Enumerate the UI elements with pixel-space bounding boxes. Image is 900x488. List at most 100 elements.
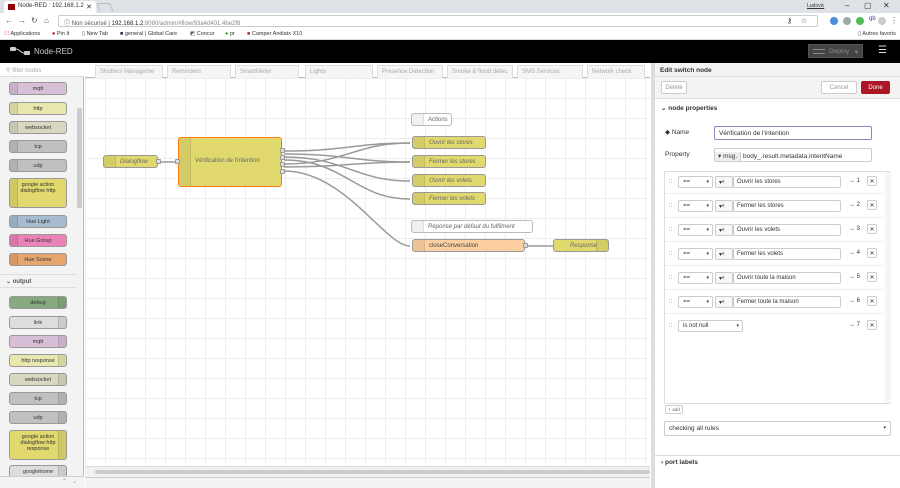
rule-value-input[interactable]: Ouvrir toute la maison [733,272,841,284]
drag-handle-icon[interactable]: ⁞⁞ [669,227,672,233]
drag-handle-icon[interactable]: ⁞⁞ [669,203,672,209]
browser-tab[interactable]: Node-RED : 192.168.1.2 ✕ [4,1,96,13]
flow-tab[interactable]: Shutters Manageme [95,65,163,78]
close-window-icon[interactable]: ✕ [883,1,890,10]
flow-tab[interactable]: Reminders [167,65,231,78]
palette-node-websocket[interactable]: websocket [9,121,67,134]
rule-value-input[interactable]: Fermer toute la maison [733,296,841,308]
remove-rule-icon[interactable]: ✕ [867,320,877,330]
value-type-selector[interactable]: ▾ᵃ [715,272,733,284]
node-response[interactable]: Response [553,239,609,252]
minimize-icon[interactable]: – [845,1,849,10]
new-tab-button[interactable] [96,3,114,12]
node-out-1[interactable]: Ouvrir les stores [412,136,486,149]
collapse-all-icon[interactable]: ⌃ [62,478,67,485]
output-port[interactable] [280,169,285,174]
palette-node-http[interactable]: http [9,102,67,115]
deploy-button[interactable]: Deploy ▾ [808,44,863,58]
rule-value-input[interactable]: Ouvrir les volets [733,224,841,236]
browser-menu-icon[interactable]: ⋮ [890,16,898,25]
apps-bookmark[interactable]: ⁝⁝⁝ Applications [4,31,40,37]
rule-operator-select[interactable]: == ▾ [678,272,713,284]
value-type-selector[interactable]: ▾ᵃ [715,296,733,308]
bookmark-item[interactable]: ■ Camper Andiatx X10 [247,31,302,37]
bookmark-item[interactable]: ◩ Concur [190,31,214,37]
remove-rule-icon[interactable]: ✕ [867,224,877,234]
palette-node-udp-out[interactable]: udp [9,411,67,424]
property-input[interactable]: ▾ msg. body_.result.metadata.intentName [714,148,872,162]
node-out-4[interactable]: Fermer les volets [412,192,486,205]
flow-tab[interactable]: SmartMeter [235,65,299,78]
bookmark-star-icon[interactable]: ☆ [801,17,807,25]
extension-4-icon[interactable]: qb [869,16,876,22]
palette-node-websocket-out[interactable]: websocket [9,373,67,386]
palette-node-google-action-response[interactable]: google action dialogflow http response [9,430,67,460]
info-icon[interactable]: ⓘ [64,21,72,27]
palette-node-link[interactable]: link [9,316,67,329]
flow-tab[interactable]: Lights [305,65,373,78]
remove-rule-icon[interactable]: ✕ [867,272,877,282]
output-port[interactable] [280,148,285,153]
node-comment-actions[interactable]: Actions [411,113,452,126]
output-port[interactable] [280,162,285,167]
rule-operator-select[interactable]: == ▾ [678,200,713,212]
extension-1-icon[interactable] [830,17,838,25]
palette-node-debug[interactable]: debug [9,296,67,309]
rule-value-input[interactable]: Fermer les stores [733,200,841,212]
bookmark-item[interactable]: ● Pin It [52,31,69,37]
node-close-conversation[interactable]: closeConversation [412,239,528,252]
rule-operator-select[interactable]: == ▾ [678,224,713,236]
flow-tab[interactable]: Smoke & flood detec [447,65,513,78]
input-port[interactable] [175,159,180,164]
rule-value-input[interactable]: Ouvrir les stores [733,176,841,188]
rule-operator-select[interactable]: == ▾ [678,248,713,260]
output-port[interactable] [156,159,161,164]
rule-operator-select[interactable]: == ▾ [678,296,713,308]
palette-node-udp[interactable]: udp [9,159,67,172]
back-icon[interactable]: ← [5,16,13,25]
flow-tab[interactable]: Network check [587,65,645,78]
other-bookmarks[interactable]: ▯ Autres favoris [858,31,896,37]
palette-node-http-response[interactable]: http response [9,354,67,367]
key-icon[interactable]: ⚷ [787,17,792,25]
home-icon[interactable]: ⌂ [44,16,49,25]
port-labels-section[interactable]: › port labels [655,455,900,468]
palette-node-hue-group[interactable]: Hue Group [9,234,67,247]
reload-icon[interactable]: ↻ [31,16,38,25]
cancel-button[interactable]: Cancel [821,81,857,94]
drag-handle-icon[interactable]: ⁞⁞ [669,275,672,281]
bookmark-item[interactable]: ● pr [225,31,235,37]
bookmark-item[interactable]: ■ general | Global Care [120,31,177,37]
done-button[interactable]: Done [861,81,890,94]
rule-operator-select[interactable]: is not null ▾ [678,320,743,332]
checking-mode-select[interactable]: checking all rules ▾ [664,421,891,436]
flow-tab[interactable]: SMS Services [517,65,583,78]
extension-3-icon[interactable] [856,17,864,25]
rule-value-input[interactable]: Fermer les volets [733,248,841,260]
deploy-dropdown-icon[interactable]: ▾ [855,48,858,56]
node-out-3[interactable]: Ouvrir les volets [412,174,486,187]
output-port[interactable] [280,155,285,160]
value-type-selector[interactable]: ▾ᵃ [715,224,733,236]
drag-handle-icon[interactable]: ⁞⁞ [669,323,672,329]
main-menu-icon[interactable]: ☰ [878,45,890,56]
node-properties-section[interactable]: ⌄ node properties [655,101,900,114]
rules-scrollbar[interactable] [885,172,891,403]
maximize-icon[interactable]: ▢ [864,1,872,10]
output-port[interactable] [523,243,528,248]
node-switch[interactable]: Vérification de l'intention [175,137,285,187]
value-type-selector[interactable]: ▾ᵃ [715,248,733,260]
remove-rule-icon[interactable]: ✕ [867,248,877,258]
add-rule-button[interactable]: + add [665,405,683,414]
flow-canvas[interactable]: Dialogflow Vérification de l'intention A… [85,78,650,477]
workspace-scrollbar[interactable] [85,466,650,477]
palette-node-mqtt[interactable]: mqtt [9,82,67,95]
palette-node-hue-light[interactable]: Hue Light [9,215,67,228]
palette-node-tcp-out[interactable]: tcp [9,392,67,405]
bookmark-item[interactable]: ▯ New Tab [82,31,108,37]
rule-operator-select[interactable]: == ▾ [678,176,713,188]
palette-node-tcp[interactable]: tcp [9,140,67,153]
extension-2-icon[interactable] [843,17,851,25]
value-type-selector[interactable]: ▾ᵃ [715,200,733,212]
node-dialogflow[interactable]: Dialogflow [103,155,161,168]
